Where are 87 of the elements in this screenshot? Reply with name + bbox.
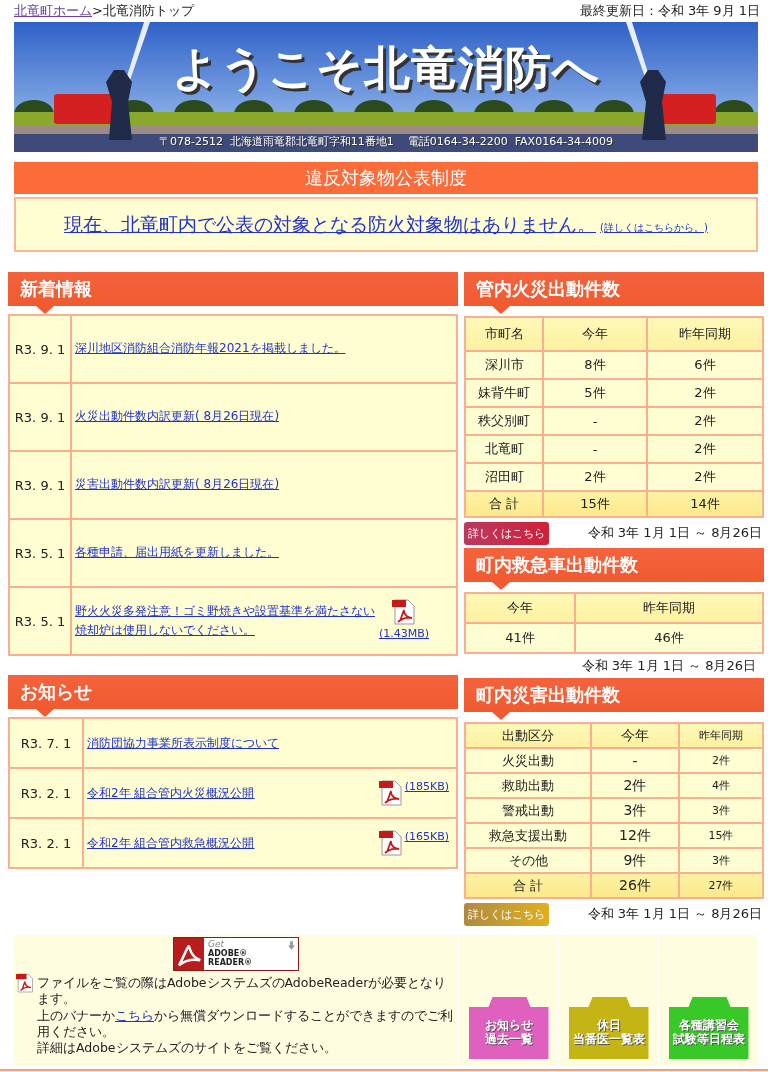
date-cell: R3. 9. 1 bbox=[9, 383, 71, 451]
banner-address: 〒078-2512 北海道雨竜郡北竜町字和11番地1 電話0164-34-2200 FAX0164-34-4009 bbox=[158, 134, 614, 149]
date-cell: R3. 2. 1 bbox=[9, 818, 83, 868]
table-cell: 12件 bbox=[591, 823, 679, 848]
total-cell: 合 計 bbox=[465, 873, 591, 898]
table-cell: 3件 bbox=[679, 848, 763, 873]
breadcrumb-current: 北竜消防トップ bbox=[102, 3, 194, 18]
table-cell: 2件 bbox=[591, 773, 679, 798]
period-text: 令和 3年 1月 1日 ～ 8月26日 bbox=[587, 905, 762, 923]
table-cell: 5件 bbox=[543, 379, 647, 407]
column-header: 今年 bbox=[465, 593, 575, 623]
total-cell: 合 計 bbox=[465, 491, 543, 517]
notice-link[interactable]: 現在、北竜町内で公表の対象となる防火対象物はありません。 bbox=[64, 211, 597, 238]
table-cell: 北竜町 bbox=[465, 435, 543, 463]
notice-link[interactable]: 消防団協力事業所表示制度について bbox=[87, 734, 279, 752]
table-cell: 妹背牛町 bbox=[465, 379, 543, 407]
column-header: 今年 bbox=[591, 723, 679, 748]
table-cell: 火災出動 bbox=[465, 748, 591, 773]
column-header: 昨年同期 bbox=[574, 593, 763, 623]
table-cell: 2件 bbox=[543, 463, 647, 491]
date-cell: R3. 9. 1 bbox=[9, 315, 71, 383]
download-link[interactable]: こちら bbox=[115, 1007, 154, 1023]
details-link[interactable]: (詳しくはこちらから。) bbox=[600, 220, 708, 235]
badge-get-text: Get bbox=[208, 940, 225, 950]
table-cell: 2件 bbox=[679, 748, 763, 773]
home-link[interactable]: 北竜町ホーム bbox=[14, 3, 92, 18]
table-cell: 41件 bbox=[465, 623, 575, 653]
last-updated: 最終更新日：令和 3年 9月 1日 bbox=[579, 2, 760, 20]
section-heading: 違反対象物公表制度 bbox=[14, 162, 758, 194]
table-cell: 9件 bbox=[591, 848, 679, 873]
adobe-reader-badge[interactable]: Get ADOBE® READER® bbox=[173, 937, 299, 971]
table-cell: 救急支援出動 bbox=[465, 823, 591, 848]
news-link[interactable]: 火災出動件数内訳更新( 8月26日現在) bbox=[75, 407, 280, 427]
date-cell: R3. 7. 1 bbox=[9, 718, 83, 768]
banner-title: ようこそ北竜消防へ bbox=[172, 40, 600, 97]
date-cell: R3. 9. 1 bbox=[9, 451, 71, 519]
period-text: 令和 3年 1月 1日 ～ 8月26日 bbox=[581, 657, 756, 675]
column-header: 今年 bbox=[543, 317, 647, 351]
section-header: お知らせ bbox=[8, 675, 458, 717]
section-header: 新着情報 bbox=[8, 272, 458, 314]
table-cell: 8件 bbox=[543, 351, 647, 379]
table-cell: 2件 bbox=[647, 407, 763, 435]
adobe-notice-text: ファイルをご覧の際はAdobeシステムズのAdobeReaderが必要となります。 上のバナーかこちらから無償ダウンロードすることができますのでご利用ください。 詳細はAdobeシステムズのサイトをご覧ください。 bbox=[37, 975, 454, 1057]
file-size-link[interactable]: (185KB) bbox=[404, 780, 449, 793]
table-cell: 2件 bbox=[647, 379, 763, 407]
badge-product-text: ADOBE® READER® bbox=[208, 950, 254, 968]
date-cell: R3. 2. 1 bbox=[9, 768, 83, 818]
table-cell: 3件 bbox=[591, 798, 679, 823]
table-cell: 警戒出動 bbox=[465, 798, 591, 823]
table-cell: 46件 bbox=[574, 623, 763, 653]
period-text: 令和 3年 1月 1日 ～ 8月26日 bbox=[587, 524, 762, 542]
table-cell: その他 bbox=[465, 848, 591, 873]
table-cell: 深川市 bbox=[465, 351, 543, 379]
column-header: 市町名 bbox=[465, 317, 543, 351]
table-cell: 秩父別町 bbox=[465, 407, 543, 435]
table-cell: 4件 bbox=[679, 773, 763, 798]
file-size-link[interactable]: (165KB) bbox=[404, 830, 449, 843]
news-link[interactable]: 災害出動件数内訳更新( 8月26日現在) bbox=[75, 475, 280, 495]
section-header: 町内救急車出動件数 bbox=[464, 548, 764, 590]
table-cell: 15件 bbox=[679, 823, 763, 848]
section-header: 町内災害出動件数 bbox=[464, 678, 764, 720]
table-cell: - bbox=[543, 435, 647, 463]
section-header: 管内火災出動件数 bbox=[464, 272, 764, 314]
breadcrumb-separator: > bbox=[92, 3, 103, 18]
table-cell: 3件 bbox=[679, 798, 763, 823]
column-header: 昨年同期 bbox=[647, 317, 763, 351]
table-cell: 救助出動 bbox=[465, 773, 591, 798]
total-cell: 15件 bbox=[543, 491, 647, 517]
notice-link[interactable]: 令和2年 組合管内救急概況公開 bbox=[87, 834, 255, 852]
table-cell: 2件 bbox=[647, 463, 763, 491]
column-header: 出動区分 bbox=[465, 723, 591, 748]
table-cell: - bbox=[591, 748, 679, 773]
table-cell: - bbox=[543, 407, 647, 435]
notice-link[interactable]: 令和2年 組合管内火災概況公開 bbox=[87, 784, 255, 802]
total-cell: 26件 bbox=[591, 873, 679, 898]
date-cell: R3. 5. 1 bbox=[9, 587, 71, 655]
details-button[interactable]: 詳しくはこちら bbox=[464, 521, 549, 545]
table-cell: 沼田町 bbox=[465, 463, 543, 491]
news-link[interactable]: 野火火災多発注意！ゴミ野焼きや設置基準を満たさない焼却炉は使用しないでください。 bbox=[75, 601, 375, 641]
total-cell: 14件 bbox=[647, 491, 763, 517]
table-cell: 2件 bbox=[647, 435, 763, 463]
table-cell: 6件 bbox=[647, 351, 763, 379]
total-cell: 27件 bbox=[679, 873, 763, 898]
column-header: 昨年同期 bbox=[679, 723, 763, 748]
date-cell: R3. 5. 1 bbox=[9, 519, 71, 587]
file-size-link[interactable]: (1.43MB) bbox=[378, 625, 429, 643]
news-link[interactable]: 各種申請、届出用紙を更新しました。 bbox=[75, 543, 279, 563]
